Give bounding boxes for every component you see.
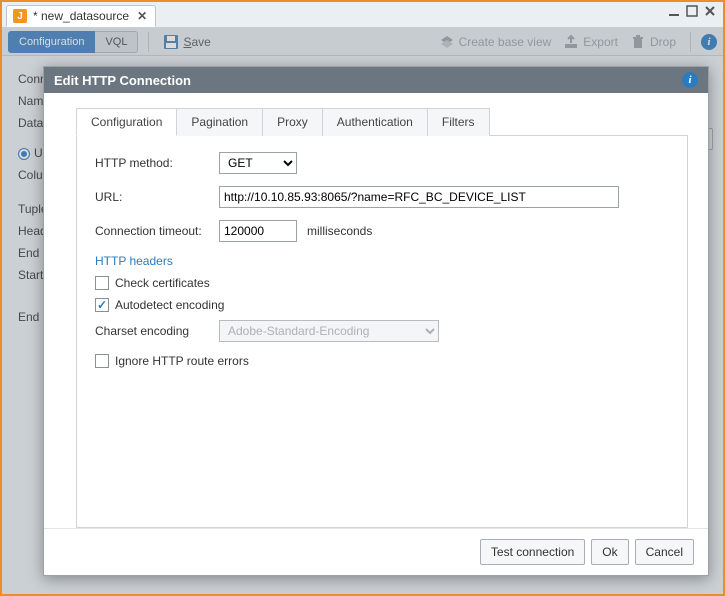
tab-configuration[interactable]: Configuration	[76, 108, 177, 136]
window-controls	[667, 4, 717, 18]
cancel-button[interactable]: Cancel	[635, 539, 694, 565]
tab-authentication[interactable]: Authentication	[323, 108, 428, 136]
timeout-input[interactable]	[219, 220, 297, 242]
tab-filters[interactable]: Filters	[428, 108, 490, 136]
dialog-title: Edit HTTP Connection	[54, 73, 191, 88]
http-headers-link[interactable]: HTTP headers	[95, 254, 669, 268]
autodetect-encoding-label: Autodetect encoding	[115, 298, 224, 312]
document-tab-title: * new_datasource	[33, 9, 129, 23]
check-certificates-label: Check certificates	[115, 276, 210, 290]
info-icon[interactable]: i	[682, 72, 698, 88]
edit-http-connection-dialog: Edit HTTP Connection i Configuration Pag…	[43, 66, 709, 576]
dialog-tabs: Configuration Pagination Proxy Authentic…	[76, 107, 688, 136]
autodetect-encoding-checkbox[interactable]	[95, 298, 109, 312]
http-method-select[interactable]: GET	[219, 152, 297, 174]
check-certificates-checkbox[interactable]	[95, 276, 109, 290]
datasource-icon: J	[13, 9, 27, 23]
dialog-footer: Test connection Ok Cancel	[44, 528, 708, 575]
dialog-titlebar: Edit HTTP Connection i	[44, 67, 708, 93]
maximize-icon[interactable]	[685, 4, 699, 18]
close-window-icon[interactable]	[703, 4, 717, 18]
timeout-label: Connection timeout:	[95, 224, 219, 238]
charset-select: Adobe-Standard-Encoding	[219, 320, 439, 342]
ignore-route-errors-checkbox[interactable]	[95, 354, 109, 368]
test-connection-button[interactable]: Test connection	[480, 539, 585, 565]
url-label: URL:	[95, 190, 219, 204]
charset-label: Charset encoding	[95, 324, 219, 338]
document-tab[interactable]: J * new_datasource ✕	[6, 5, 156, 27]
app-window: J * new_datasource ✕ Configuration VQL S…	[0, 0, 725, 596]
tab-content: HTTP method: GET URL: Connection timeout…	[76, 136, 688, 528]
ignore-route-errors-label: Ignore HTTP route errors	[115, 354, 249, 368]
http-method-label: HTTP method:	[95, 156, 219, 170]
window-tabs: J * new_datasource ✕	[2, 2, 723, 28]
ok-button[interactable]: Ok	[591, 539, 628, 565]
tab-proxy[interactable]: Proxy	[263, 108, 323, 136]
url-input[interactable]	[219, 186, 619, 208]
close-icon[interactable]: ✕	[135, 9, 149, 23]
minimize-icon[interactable]	[667, 4, 681, 18]
timeout-unit: milliseconds	[307, 224, 372, 238]
tab-pagination[interactable]: Pagination	[177, 108, 263, 136]
